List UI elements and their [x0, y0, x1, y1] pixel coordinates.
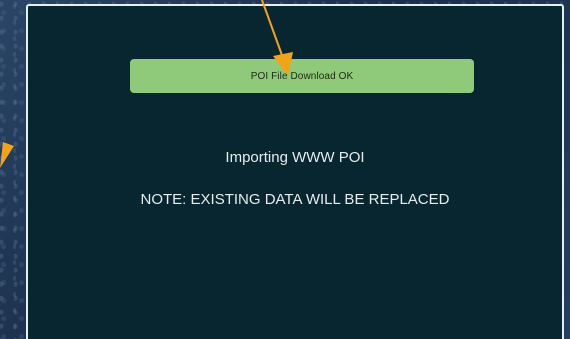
status-banner: POI File Download OK [130, 59, 474, 93]
import-warning-note: NOTE: EXISTING DATA WILL BE REPLACED [140, 191, 450, 208]
import-title: Importing WWW POI [225, 149, 365, 166]
device-screen: POI File Download OK Importing WWW POI N… [26, 4, 564, 339]
